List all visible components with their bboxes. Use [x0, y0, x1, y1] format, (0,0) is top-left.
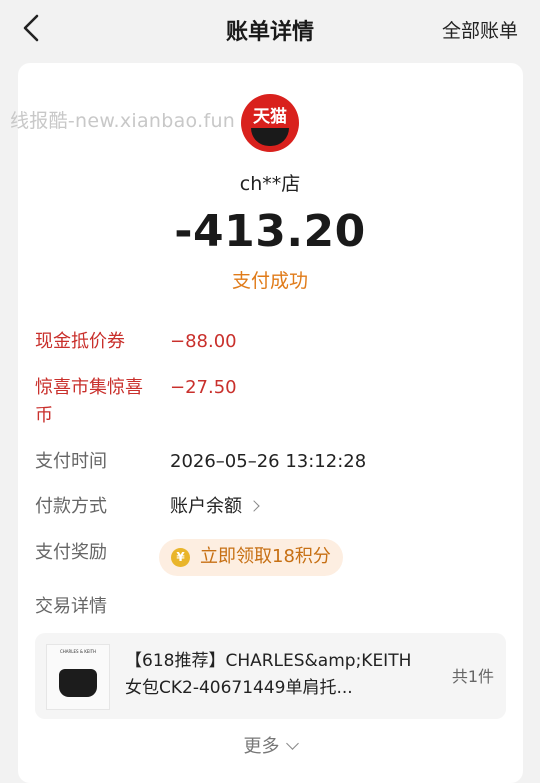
coupon-label: 现金抵价券	[35, 331, 125, 352]
product-quantity: 共1件	[451, 667, 494, 686]
pay-method-label: 付款方式	[35, 496, 107, 517]
more-button[interactable]: 更多	[0, 732, 540, 758]
product-title: 【618推荐】CHARLES&amp;KEITH女包CK2-40671449单肩…	[125, 651, 412, 698]
surprise-coin-value: −27.50	[170, 377, 237, 398]
product-thumbnail: CHARLES & KEITH	[46, 644, 110, 710]
pay-method-value: 账户余额	[170, 496, 242, 517]
tmall-logo: 天猫	[241, 94, 299, 152]
payment-amount: -413.20	[174, 206, 366, 257]
reward-label: 支付奖励	[35, 542, 107, 563]
pay-time-label: 支付时间	[35, 451, 107, 472]
surprise-coin-label: 惊喜市集惊喜币	[35, 377, 143, 426]
payment-status: 支付成功	[231, 270, 308, 292]
chevron-down-icon	[285, 737, 299, 750]
logo-text: 天猫	[253, 107, 287, 127]
cat-face-icon	[251, 128, 289, 146]
merchant-name: ch**店	[239, 173, 301, 195]
all-bills-link[interactable]: 全部账单	[442, 16, 518, 43]
claim-points-label: 立即领取18积分	[200, 546, 331, 567]
product-item[interactable]: CHARLES & KEITH 【618推荐】CHARLES&amp;KEITH…	[35, 633, 506, 719]
chevron-right-icon	[248, 500, 260, 512]
pay-time-value: 2026–05–26 13:12:28	[170, 451, 367, 472]
coupon-value: −88.00	[170, 331, 237, 352]
top-bar: 账单详情 全部账单	[0, 0, 540, 56]
more-label: 更多	[243, 736, 280, 757]
claim-points-button[interactable]: ¥ 立即领取18积分	[159, 539, 343, 576]
pay-method-link[interactable]: 账户余额	[170, 493, 260, 521]
thumbnail-brand: CHARLES & KEITH	[59, 649, 97, 654]
bag-image	[59, 669, 97, 697]
transaction-detail-label: 交易详情	[35, 596, 107, 617]
watermark: 线报酷-new.xianbao.fun	[10, 110, 236, 132]
coin-icon: ¥	[171, 548, 190, 567]
